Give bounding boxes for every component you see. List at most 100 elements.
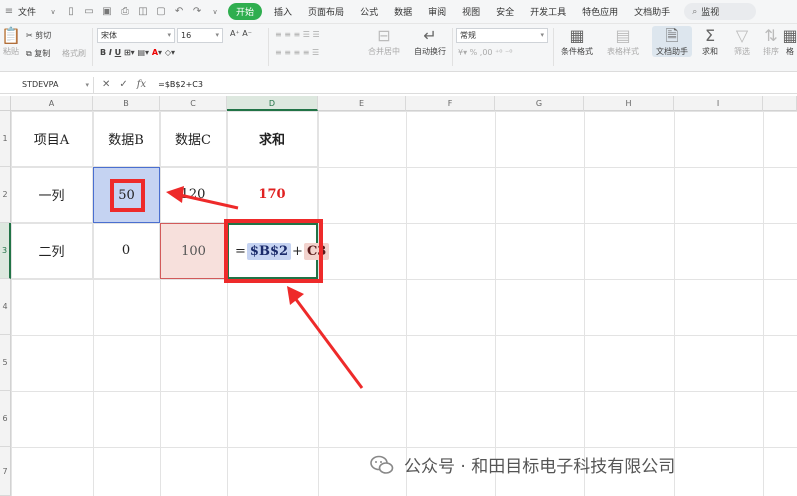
wrap-text-button[interactable]: ↵ 自动换行 xyxy=(410,26,450,57)
tab-home[interactable]: 开始 xyxy=(228,3,263,20)
merge-icon: ⊟ xyxy=(377,26,391,45)
row-header-1[interactable]: 1 xyxy=(0,111,11,167)
row-header-7[interactable]: 7 xyxy=(0,447,11,496)
watermark: 公众号 · 和田目标电子科技有限公司 xyxy=(370,452,675,477)
column-header-h[interactable]: H xyxy=(584,96,674,111)
align-icons-top[interactable]: ≡ ≡ ≡ ☰ ☰ xyxy=(275,30,320,39)
tab-page-layout[interactable]: 页面布局 xyxy=(300,5,352,18)
number-format-icons[interactable]: ¥▾ % ,00 ⁺⁰ ⁻⁰ xyxy=(458,48,512,57)
column-header-c[interactable]: C xyxy=(160,96,227,111)
font-size-select[interactable]: 16 ▾ xyxy=(177,28,223,43)
wechat-icon xyxy=(370,455,394,474)
column-header-j[interactable] xyxy=(763,96,797,111)
save-icon[interactable]: ▣ xyxy=(101,6,113,18)
merge-center-button[interactable]: ⊟ 合并居中 xyxy=(364,26,404,57)
preview-icon[interactable]: ◫ xyxy=(137,6,149,18)
column-header-i[interactable]: I xyxy=(674,96,763,111)
grid-vline xyxy=(584,111,585,496)
align-icons-bottom[interactable]: ≡ ≡ ≡ ≡ ☰ xyxy=(275,48,319,57)
tab-review[interactable]: 审阅 xyxy=(420,5,454,18)
cell-c2[interactable]: 120 xyxy=(160,167,227,223)
row-header-3[interactable]: 3 xyxy=(0,223,11,279)
grid-vline xyxy=(763,111,764,496)
copy-button[interactable]: ⧉ 复制 xyxy=(26,48,50,59)
cell-b3[interactable]: 0 xyxy=(93,223,160,279)
row-header-2[interactable]: 2 xyxy=(0,167,11,223)
grid-vline xyxy=(318,111,319,496)
cell-d2[interactable]: 170 xyxy=(227,167,318,223)
column-header-g[interactable]: G xyxy=(495,96,584,111)
cell-a3[interactable]: 二列 xyxy=(11,223,93,279)
search-label: 监视 xyxy=(701,8,720,18)
grid-vline xyxy=(406,111,407,496)
menu-bar: ≡ 文件 ∨ ▯ ▭ ▣ ⎙ ◫ ▢ ↶ ↷ ∨ 开始 插入 页面布局 公式 数… xyxy=(0,0,797,24)
column-header-a[interactable]: A xyxy=(11,96,93,111)
open-icon[interactable]: ▭ xyxy=(83,6,95,18)
tab-insert[interactable]: 插入 xyxy=(266,5,300,18)
cut-button[interactable]: ✂ 剪切 xyxy=(26,30,51,41)
formula-bar: STDEVPA ▾ ✕ ✓ fx =$B$2+C3 xyxy=(0,76,797,94)
menu-file[interactable]: 文件 xyxy=(18,5,44,18)
new-icon[interactable]: ▯ xyxy=(65,6,77,18)
cell-a2[interactable]: 一列 xyxy=(11,167,93,223)
column-header-e[interactable]: E xyxy=(318,96,406,111)
row-header-6[interactable]: 6 xyxy=(0,391,11,447)
column-header-d[interactable]: D xyxy=(227,96,318,111)
wrap-icon: ↵ xyxy=(423,26,437,45)
filter-icon: ▽ xyxy=(735,26,749,45)
row-header-4[interactable]: 4 xyxy=(0,279,11,335)
chevron-down-icon[interactable]: ∨ xyxy=(209,6,221,18)
cell-a1[interactable]: 项目A xyxy=(11,111,93,167)
font-style-icons[interactable]: B I U ⊞▾ ▤▾ A▾ ◇▾ xyxy=(100,48,175,57)
tab-special[interactable]: 特色应用 xyxy=(574,5,626,18)
confirm-icon[interactable]: ✓ xyxy=(119,79,127,90)
cell-c1[interactable]: 数据C xyxy=(160,111,227,167)
tab-security[interactable]: 安全 xyxy=(488,5,522,18)
grid-vline xyxy=(495,111,496,496)
undo-icon[interactable]: ↶ xyxy=(173,6,185,18)
fx-icon[interactable]: fx xyxy=(137,79,146,90)
tab-doc-assistant[interactable]: 文档助手 xyxy=(626,5,678,18)
grid-vline xyxy=(674,111,675,496)
doc-assistant-button[interactable]: 🗎 文档助手 xyxy=(652,26,692,57)
sum-icon: Σ xyxy=(704,26,716,45)
number-format-select[interactable]: 常规 ▾ xyxy=(456,28,548,43)
formula-input[interactable]: =$B$2+C3 xyxy=(154,80,203,89)
cell-d1[interactable]: 求和 xyxy=(227,111,318,167)
redo-icon[interactable]: ↷ xyxy=(191,6,203,18)
column-header-b[interactable]: B xyxy=(93,96,160,111)
cancel-icon[interactable]: ✕ xyxy=(102,79,110,90)
chevron-down-icon[interactable]: ∨ xyxy=(47,6,59,18)
tab-data[interactable]: 数据 xyxy=(386,5,420,18)
search-icon: ⌕ xyxy=(692,6,698,17)
hamburger-icon[interactable]: ≡ xyxy=(3,6,15,18)
watermark-text: 公众号 · 和田目标电子科技有限公司 xyxy=(404,457,676,477)
select-all-corner[interactable] xyxy=(0,96,11,111)
table-style-icon: ▤ xyxy=(615,26,631,45)
cell-c3[interactable]: 100 xyxy=(160,223,227,279)
sum-button[interactable]: Σ 求和 xyxy=(694,26,726,57)
format-painter-button[interactable]: 格式刷 xyxy=(62,48,86,59)
print-icon[interactable]: ⎙ xyxy=(119,6,131,18)
doc-assistant-icon: 🗎 xyxy=(665,26,679,45)
tab-formulas[interactable]: 公式 xyxy=(352,5,386,18)
conditional-format-button[interactable]: ▦ 条件格式 xyxy=(556,26,598,57)
format-cells-icon: ▦ xyxy=(782,26,797,45)
filter-button[interactable]: ▽ 筛选 xyxy=(726,26,758,57)
table-style-button[interactable]: ▤ 表格样式 xyxy=(600,26,646,57)
ribbon: 📋 粘贴 ✂ 剪切 ⧉ 复制 格式刷 宋体 ▾ 16 ▾ A⁺ A⁻ B I U ⊞… xyxy=(0,24,797,72)
format-icon[interactable]: ▢ xyxy=(155,6,167,18)
name-box[interactable]: STDEVPA ▾ xyxy=(0,76,94,93)
cell-b1[interactable]: 数据B xyxy=(93,111,160,167)
annotation-box-b2 xyxy=(110,179,145,212)
search-box[interactable]: ⌕ 监视 xyxy=(684,3,757,20)
annotation-box-d3 xyxy=(224,219,323,283)
row-header-5[interactable]: 5 xyxy=(0,335,11,391)
font-name-select[interactable]: 宋体 ▾ xyxy=(97,28,175,43)
tab-developer[interactable]: 开发工具 xyxy=(522,5,574,18)
format-button[interactable]: ▦ 格 xyxy=(782,26,797,57)
grow-font-icon[interactable]: A⁺ A⁻ xyxy=(230,29,252,38)
tab-view[interactable]: 视图 xyxy=(454,5,488,18)
conditional-format-icon: ▦ xyxy=(569,26,585,45)
column-header-f[interactable]: F xyxy=(406,96,495,111)
